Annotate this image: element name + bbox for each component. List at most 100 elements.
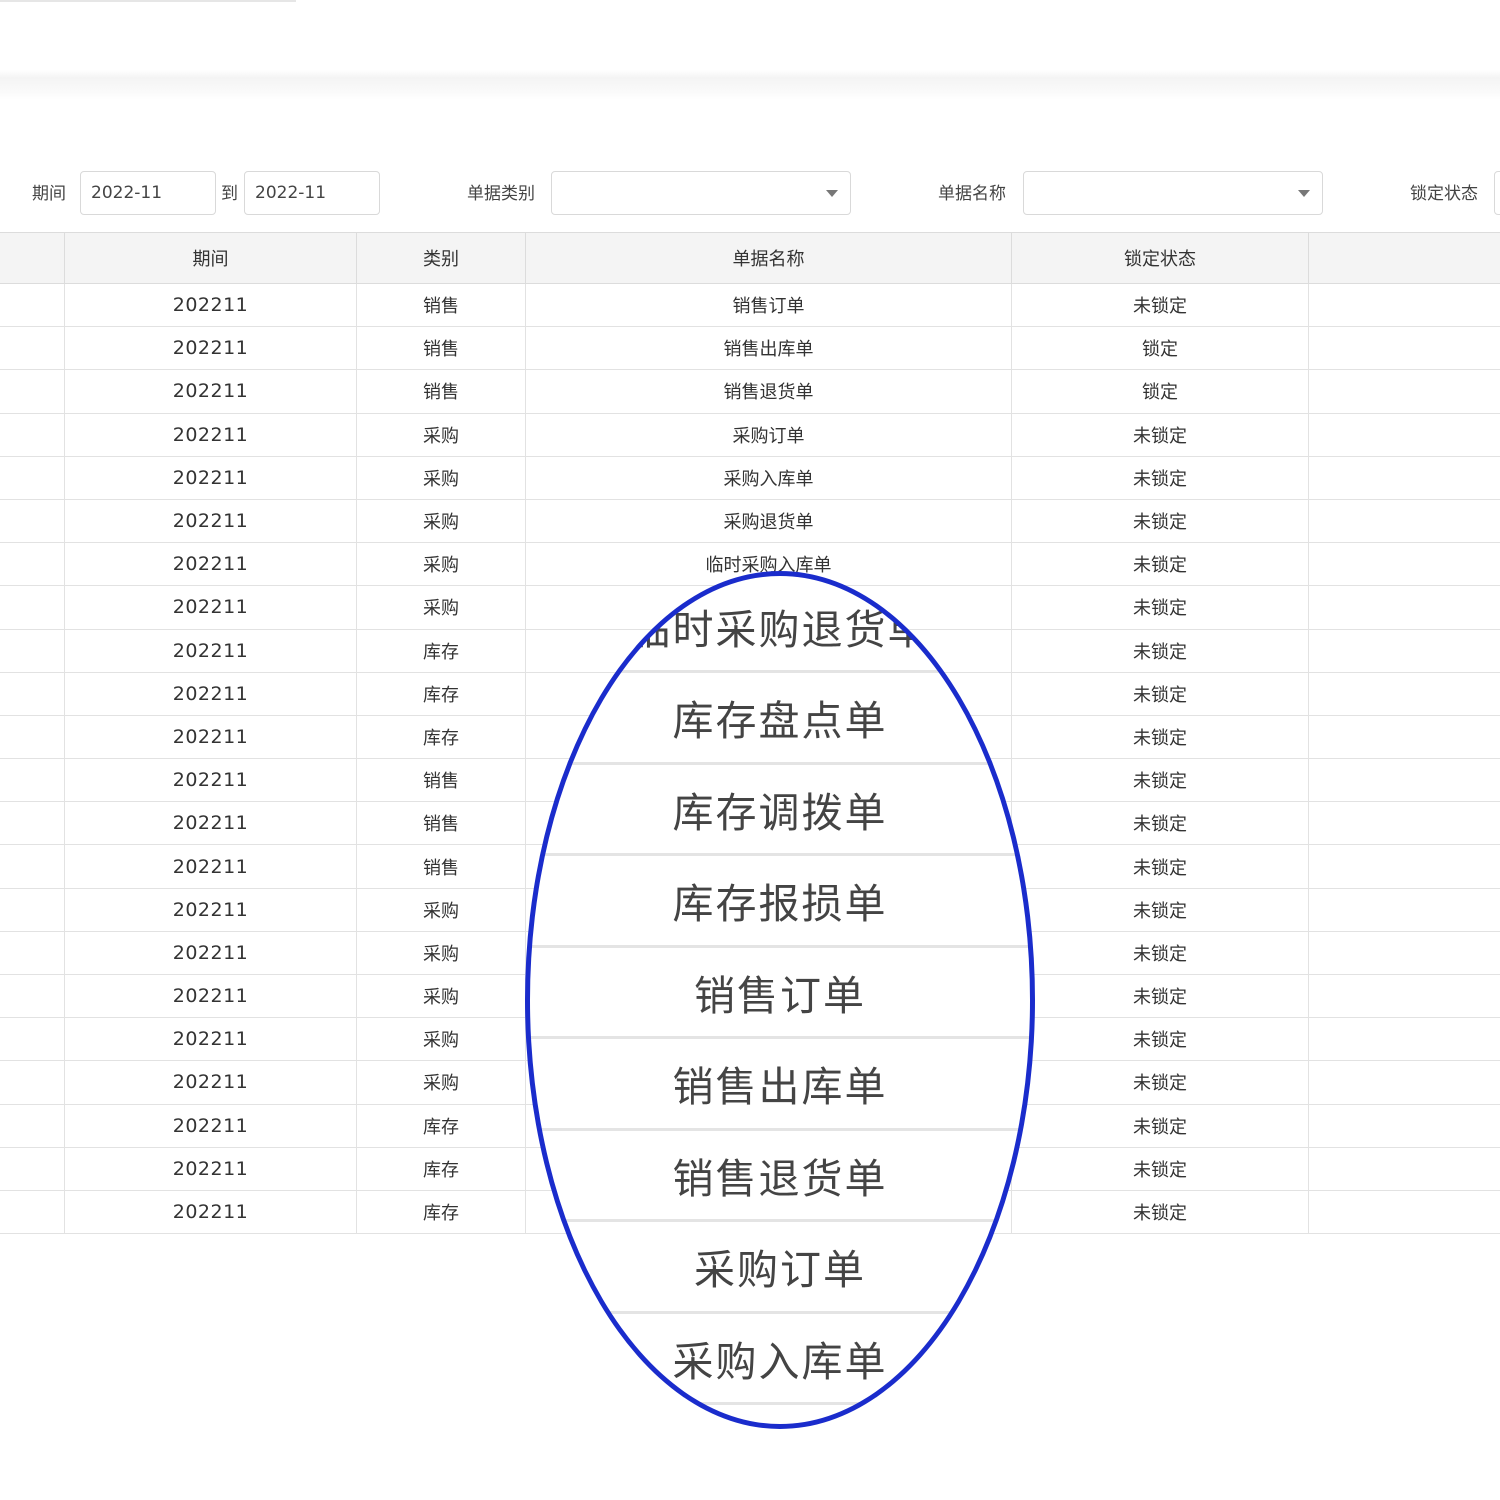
- cell-category: 销售: [356, 845, 525, 888]
- cell-extra: [1308, 845, 1500, 888]
- cell-period: 202211: [64, 413, 356, 456]
- cell-category: 采购: [356, 413, 525, 456]
- cell-doc-name: 销售订单: [525, 284, 1011, 327]
- zoom-list-item: 库存调拨单: [672, 788, 888, 837]
- column-header-lock-status[interactable]: 锁定状态: [1011, 233, 1308, 283]
- cell-extra: [1308, 1018, 1500, 1061]
- cell-lock-status: 锁定: [1011, 370, 1308, 413]
- cell-category: 销售: [356, 370, 525, 413]
- cell-lock-status: 未锁定: [1011, 759, 1308, 802]
- table-row[interactable]: 202211 销售 销售出库单 锁定: [0, 327, 1500, 371]
- zoom-list-item: 临时采购退货单: [629, 605, 931, 654]
- doc-name-select[interactable]: [1023, 171, 1323, 215]
- row-select-cell: [0, 1018, 64, 1060]
- row-select-cell: [0, 1191, 64, 1233]
- cell-period: 202211: [64, 975, 356, 1018]
- top-divider: [0, 0, 296, 2]
- cell-lock-status: 未锁定: [1011, 888, 1308, 931]
- cell-doc-name: 销售出库单: [525, 327, 1011, 370]
- zoom-callout: 临时采购退货单 库存盘点单 库存调拨单 库存报损单 销售订单 销售出库单 销售退货单 采购订单…: [528, 574, 1032, 1426]
- period-from-input[interactable]: 2022-11: [80, 171, 216, 215]
- row-select-cell: [0, 327, 64, 369]
- chevron-down-icon: [1298, 190, 1310, 197]
- cell-lock-status: 未锁定: [1011, 543, 1308, 586]
- cell-lock-status: 未锁定: [1011, 1147, 1308, 1190]
- row-select-cell: [0, 284, 64, 326]
- cell-category: 销售: [356, 284, 525, 327]
- cell-lock-status: 未锁定: [1011, 499, 1308, 543]
- cell-extra: [1308, 499, 1500, 543]
- zoom-list-item: 库存报损单: [672, 880, 888, 928]
- cell-category: 采购: [356, 975, 525, 1018]
- doc-type-select[interactable]: [551, 171, 851, 215]
- row-select-cell: [0, 845, 64, 887]
- row-select-cell: [0, 457, 64, 499]
- cell-lock-status: 未锁定: [1011, 413, 1308, 456]
- cell-period: 202211: [64, 1061, 356, 1104]
- row-select-cell: [0, 500, 64, 542]
- cell-extra: [1308, 975, 1500, 1018]
- cell-category: 库存: [356, 629, 525, 672]
- cell-extra: [1308, 1190, 1500, 1234]
- lock-status-select[interactable]: [1494, 171, 1500, 215]
- doc-type-label: 单据类别: [467, 184, 535, 204]
- cell-period: 202211: [64, 1147, 356, 1190]
- row-select-cell: [0, 586, 64, 628]
- cell-extra: [1308, 456, 1500, 499]
- cell-category: 销售: [356, 759, 525, 802]
- zoom-divider: [528, 1402, 1032, 1405]
- row-select-cell: [0, 975, 64, 1017]
- row-select-cell: [0, 1061, 64, 1103]
- table-row[interactable]: 202211 采购 采购退货单 未锁定: [0, 499, 1500, 544]
- table-header: 期间 类别 单据名称 锁定状态: [0, 232, 1500, 284]
- cell-category: 销售: [356, 327, 525, 370]
- cell-category: 采购: [356, 499, 525, 543]
- cell-period: 202211: [64, 370, 356, 413]
- cell-period: 202211: [64, 284, 356, 327]
- cell-period: 202211: [64, 1190, 356, 1234]
- cell-doc-name: 采购入库单: [525, 456, 1011, 499]
- row-select-cell: [0, 673, 64, 715]
- cell-doc-name: 采购退货单: [525, 499, 1011, 543]
- row-select-cell: [0, 1105, 64, 1147]
- zoom-list-item: 销售订单: [694, 971, 866, 1020]
- table-row[interactable]: 202211 销售 销售退货单 锁定: [0, 370, 1500, 414]
- cell-category: 采购: [356, 888, 525, 931]
- header-select-cell: [0, 233, 64, 283]
- doc-name-label: 单据名称: [938, 184, 1006, 204]
- cell-period: 202211: [64, 931, 356, 974]
- column-header-category[interactable]: 类别: [356, 233, 525, 283]
- cell-category: 采购: [356, 931, 525, 974]
- cell-lock-status: 未锁定: [1011, 845, 1308, 888]
- period-label: 期间: [32, 184, 66, 204]
- cell-lock-status: 未锁定: [1011, 672, 1308, 715]
- cell-lock-status: 未锁定: [1011, 1018, 1308, 1061]
- table-row[interactable]: 202211 采购 采购入库单 未锁定: [0, 456, 1500, 500]
- cell-category: 库存: [356, 1190, 525, 1234]
- cell-period: 202211: [64, 672, 356, 715]
- table-row[interactable]: 202211 采购 采购订单 未锁定: [0, 413, 1500, 457]
- cell-extra: [1308, 1104, 1500, 1147]
- zoom-list-item: 销售退货单: [672, 1154, 888, 1203]
- zoom-list-item: 库存盘点单: [672, 697, 888, 745]
- column-header-doc-name[interactable]: 单据名称: [525, 233, 1011, 283]
- cell-extra: [1308, 715, 1500, 759]
- column-header-period[interactable]: 期间: [64, 233, 356, 283]
- cell-lock-status: 未锁定: [1011, 1104, 1308, 1147]
- cell-extra: [1308, 759, 1500, 802]
- row-select-cell: [0, 889, 64, 931]
- cell-period: 202211: [64, 1018, 356, 1061]
- cell-lock-status: 未锁定: [1011, 1190, 1308, 1234]
- cell-category: 采购: [356, 543, 525, 586]
- cell-lock-status: 未锁定: [1011, 629, 1308, 672]
- cell-extra: [1308, 1061, 1500, 1104]
- chevron-down-icon: [826, 190, 838, 197]
- table-row[interactable]: 202211 销售 销售订单 未锁定: [0, 284, 1500, 328]
- cell-period: 202211: [64, 715, 356, 759]
- cell-period: 202211: [64, 543, 356, 586]
- cell-extra: [1308, 413, 1500, 456]
- cell-extra: [1308, 888, 1500, 931]
- cell-period: 202211: [64, 586, 356, 629]
- period-to-input[interactable]: 2022-11: [244, 171, 380, 215]
- row-select-cell: [0, 370, 64, 412]
